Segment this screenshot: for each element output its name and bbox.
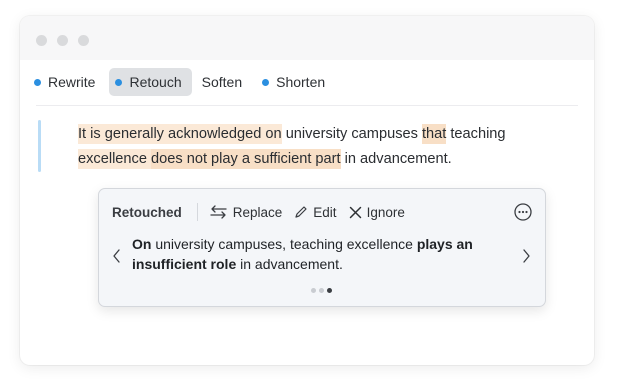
unchanged-text: in advancement. — [236, 256, 343, 272]
status-dot-icon — [115, 78, 123, 86]
edit-label: Edit — [313, 204, 337, 220]
pencil-icon — [295, 206, 307, 218]
tabs-divider — [36, 105, 578, 106]
window-minimize-dot[interactable] — [57, 35, 68, 46]
tab-soften[interactable]: Soften — [196, 68, 252, 96]
status-dot-icon — [262, 78, 270, 86]
close-icon — [349, 206, 361, 218]
page-dot[interactable] — [319, 288, 324, 293]
replace-button[interactable]: Replace — [209, 204, 283, 220]
highlight-span[interactable]: excellence — [78, 149, 152, 169]
suggestion-text: On university campuses, teaching excelle… — [132, 234, 502, 274]
tab-label: Rewrite — [48, 74, 96, 90]
changed-text: On — [132, 236, 152, 252]
unchanged-text: university campuses, teaching excellence — [151, 236, 417, 252]
chevron-left-icon[interactable] — [110, 246, 124, 266]
highlight-span[interactable]: does not play a sufficient part — [151, 149, 341, 169]
title-bar — [20, 16, 594, 60]
ignore-label: Ignore — [366, 204, 405, 220]
editor-window: Rewrite Retouch Soften Shorten It is gen… — [20, 16, 594, 365]
mode-tabs: Rewrite Retouch Soften Shorten — [28, 68, 335, 96]
more-options-icon[interactable] — [513, 202, 533, 222]
status-dot-icon — [34, 78, 41, 86]
ignore-button[interactable]: Ignore — [349, 205, 405, 220]
highlight-span[interactable]: that — [421, 124, 447, 144]
suggestion-pager — [311, 288, 332, 293]
paragraph-marker — [38, 120, 41, 172]
replace-icon — [210, 205, 227, 219]
edit-button[interactable]: Edit — [294, 204, 337, 220]
tab-label: Shorten — [276, 74, 326, 90]
popup-title: Retouched — [112, 204, 182, 220]
plain-span: university campuses — [281, 126, 422, 142]
popup-header: Retouched Replace Edit Ignore — [112, 202, 533, 222]
tab-shorten[interactable]: Shorten — [256, 68, 335, 96]
window-close-dot[interactable] — [36, 35, 47, 46]
header-separator — [196, 203, 198, 221]
tab-label: Retouch — [129, 74, 182, 90]
page-dot-active[interactable] — [327, 288, 332, 293]
suggestion-popup: Retouched Replace Edit Ignore On univers… — [98, 188, 546, 307]
tab-rewrite[interactable]: Rewrite — [28, 68, 105, 96]
text-passage[interactable]: It is generally acknowledged on universi… — [78, 122, 548, 172]
plain-span: teaching — [446, 126, 506, 142]
window-zoom-dot[interactable] — [78, 35, 89, 46]
plain-span: in advancement. — [340, 151, 452, 167]
highlight-span[interactable]: It is generally acknowledged on — [78, 124, 282, 144]
replace-label: Replace — [232, 204, 283, 220]
tab-retouch[interactable]: Retouch — [109, 68, 192, 96]
tab-label: Soften — [201, 74, 243, 90]
page-dot[interactable] — [311, 288, 316, 293]
chevron-right-icon[interactable] — [519, 246, 533, 266]
